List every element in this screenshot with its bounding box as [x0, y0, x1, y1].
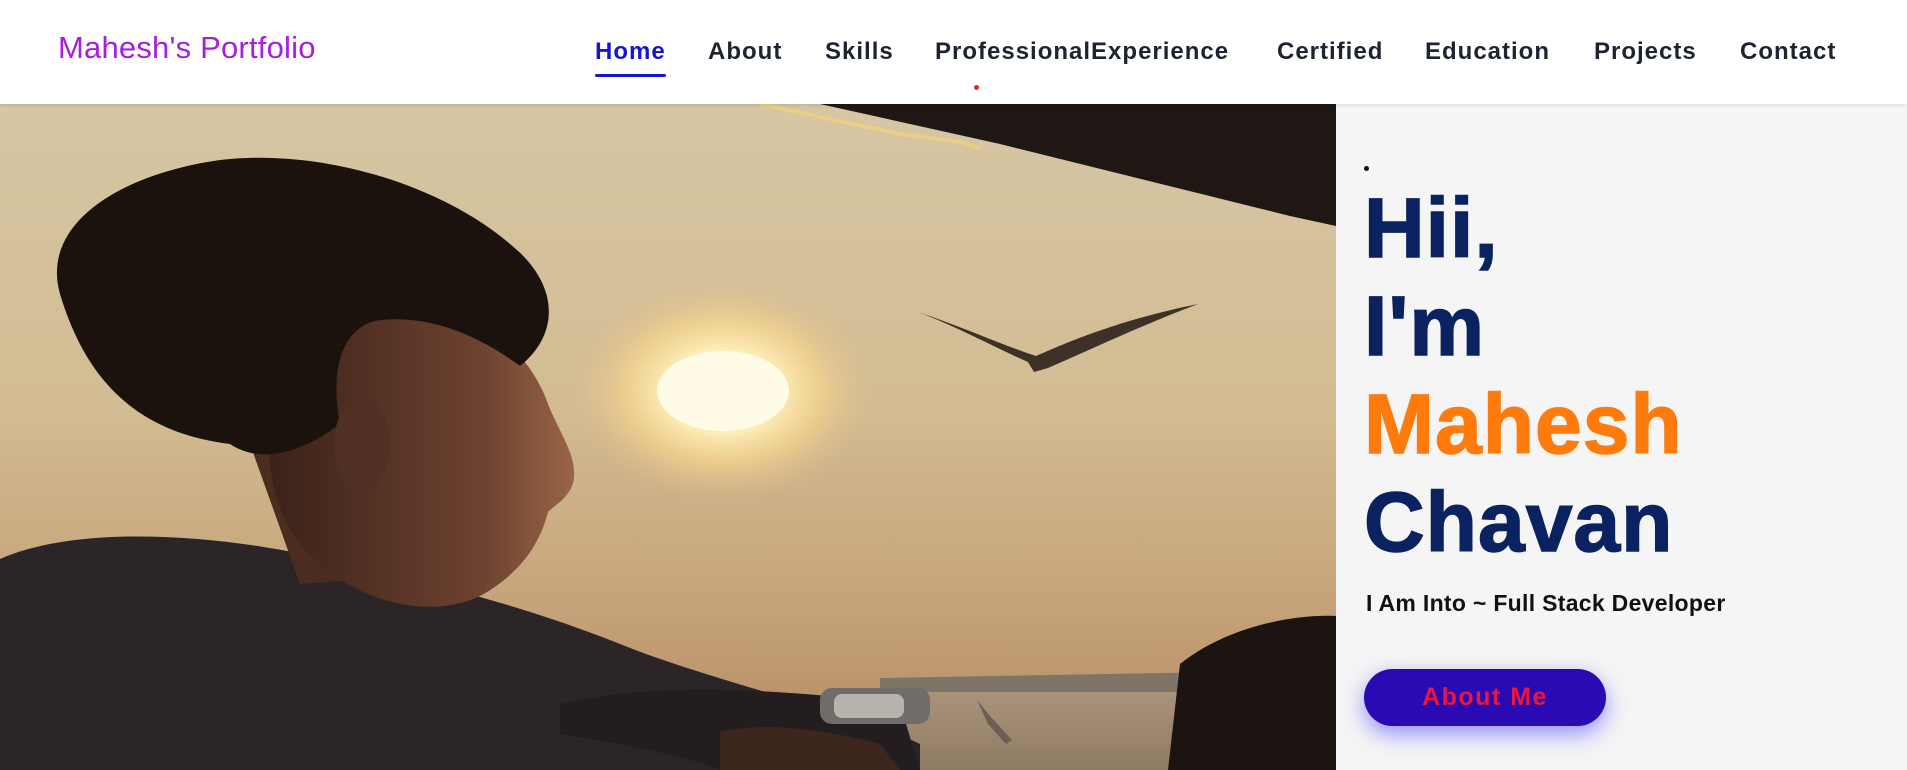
hero-section: Hii, I'm Mahesh Chavan I Am Into ~ Full … — [0, 104, 1907, 770]
decorative-dot — [1364, 166, 1369, 171]
role-subtitle: I Am Into ~ Full Stack Developer — [1366, 590, 1726, 616]
nav-home[interactable]: Home — [595, 38, 666, 77]
hero-intro-panel: Hii, I'm Mahesh Chavan I Am Into ~ Full … — [1336, 104, 1907, 770]
last-name: Chavan — [1363, 475, 1674, 569]
nav-projects[interactable]: Projects — [1594, 38, 1697, 66]
nav-indicator-dot — [974, 85, 979, 90]
nav-contact[interactable]: Contact — [1740, 38, 1836, 66]
nav-certified[interactable]: Certified — [1277, 38, 1383, 66]
profile-photo — [0, 104, 1336, 770]
nav-professional-experience[interactable]: ProfessionalExperience — [935, 38, 1229, 66]
nav-skills[interactable]: Skills — [825, 38, 894, 66]
site-header: Mahesh's Portfolio Home About Skills Pro… — [0, 0, 1907, 104]
about-me-button[interactable]: About Me — [1364, 669, 1606, 726]
greeting-line-1: Hii, — [1363, 181, 1499, 275]
greeting-line-2: I'm — [1363, 279, 1486, 373]
nav-education[interactable]: Education — [1425, 38, 1550, 66]
site-brand[interactable]: Mahesh's Portfolio — [58, 30, 316, 66]
nav-about[interactable]: About — [708, 38, 782, 66]
first-name: Mahesh — [1363, 377, 1683, 471]
